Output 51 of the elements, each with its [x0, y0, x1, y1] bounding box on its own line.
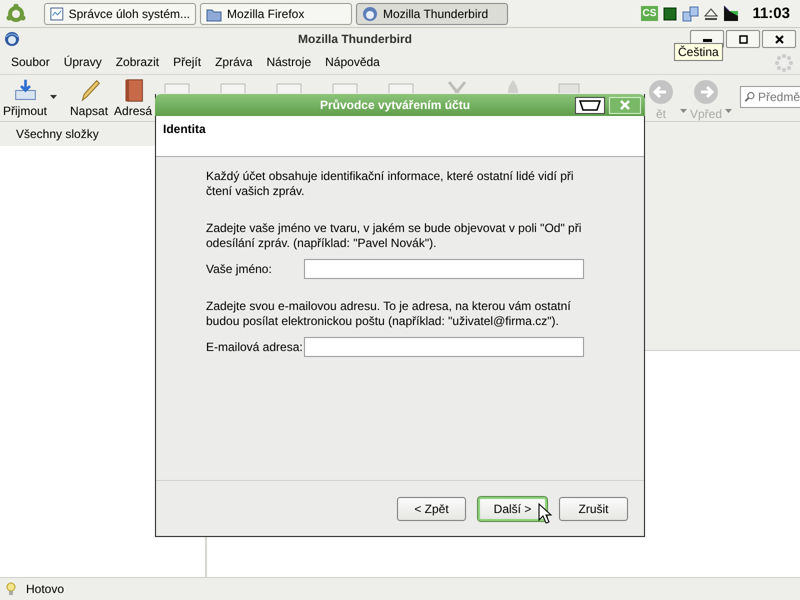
main-menu-icon[interactable] — [6, 4, 26, 24]
taskbar-button[interactable]: Mozilla Firefox — [200, 2, 352, 24]
taskbar-button[interactable]: Správce úloh systém... — [44, 2, 196, 24]
folder-pane-header[interactable]: Všechny složky — [16, 127, 99, 141]
dropdown-caret-icon[interactable] — [50, 94, 58, 98]
battery-icon[interactable] — [723, 5, 740, 22]
instruction-text: Každý účet obsahuje identifikační informace, které ostatní lidé vidí při čtení vašich zpráv. — [206, 169, 575, 199]
menu-item[interactable]: Úpravy — [56, 55, 109, 69]
input-field[interactable] — [304, 337, 584, 357]
globe-icon — [362, 6, 378, 22]
activity-throbber-icon — [774, 53, 794, 73]
dialog-button[interactable]: Zrušit — [559, 496, 628, 520]
eject-icon[interactable] — [704, 6, 718, 20]
network-icon[interactable] — [682, 6, 700, 22]
menu-item[interactable]: Soubor — [4, 55, 57, 69]
maximize-button[interactable] — [726, 30, 760, 48]
tooltip: Čeština — [674, 43, 723, 61]
menu-item[interactable]: Přejít — [166, 55, 208, 69]
mouse-pointer-icon — [538, 503, 552, 524]
toolbar-button[interactable]: Napsat — [67, 78, 112, 118]
field-label: E-mailová adresa: — [206, 340, 304, 354]
menu-item[interactable]: Nápověda — [318, 55, 387, 69]
field-label: Vaše jméno: — [206, 262, 273, 276]
window-title: Mozilla Thunderbird — [297, 32, 413, 46]
taskbar-button[interactable]: Mozilla Thunderbird — [356, 2, 508, 24]
tray-icon — [578, 98, 602, 112]
status-square-icon[interactable] — [663, 6, 678, 20]
toolbar-button[interactable]: Přijmout — [0, 78, 50, 118]
dialog-button[interactable]: < Zpět — [397, 496, 466, 520]
instruction-text: Zadejte vaše jméno ve tvaru, v jakém se bude objevovat v poli "Od" při odesílání zpráv. (například: "Pavel Novák"). — [206, 221, 582, 251]
menu-item[interactable]: Zobrazit — [108, 55, 166, 69]
monitor-icon — [50, 6, 64, 22]
menu-item[interactable]: Zpráva — [208, 55, 260, 69]
page-heading: Identita — [163, 122, 206, 136]
status-text: Hotovo — [26, 582, 64, 596]
close-button[interactable] — [762, 30, 796, 48]
maximize-icon — [738, 34, 748, 44]
menu-item[interactable]: Nástroje — [259, 55, 318, 69]
dialog-button[interactable]: Další > — [478, 496, 547, 520]
lightbulb-icon — [6, 582, 16, 596]
minimize-button[interactable] — [575, 96, 605, 114]
app-icon — [4, 31, 20, 47]
clock: 11:03 — [752, 5, 790, 22]
close-icon — [619, 99, 631, 111]
instruction-text: Zadejte svou e-mailovou adresu. To je adresa, na kterou vám ostatní budou posílat elektronickou poštu (například: "uživatel@firma.cz"). — [206, 299, 572, 329]
search-field[interactable]: Předmě — [740, 86, 800, 108]
inbox-download-icon — [12, 78, 38, 103]
close-icon — [774, 34, 784, 44]
input-field[interactable] — [304, 259, 584, 279]
toolbar-button[interactable]: Adresá — [111, 78, 156, 118]
dialog-title: Průvodce vytvářením účtu — [318, 98, 472, 112]
